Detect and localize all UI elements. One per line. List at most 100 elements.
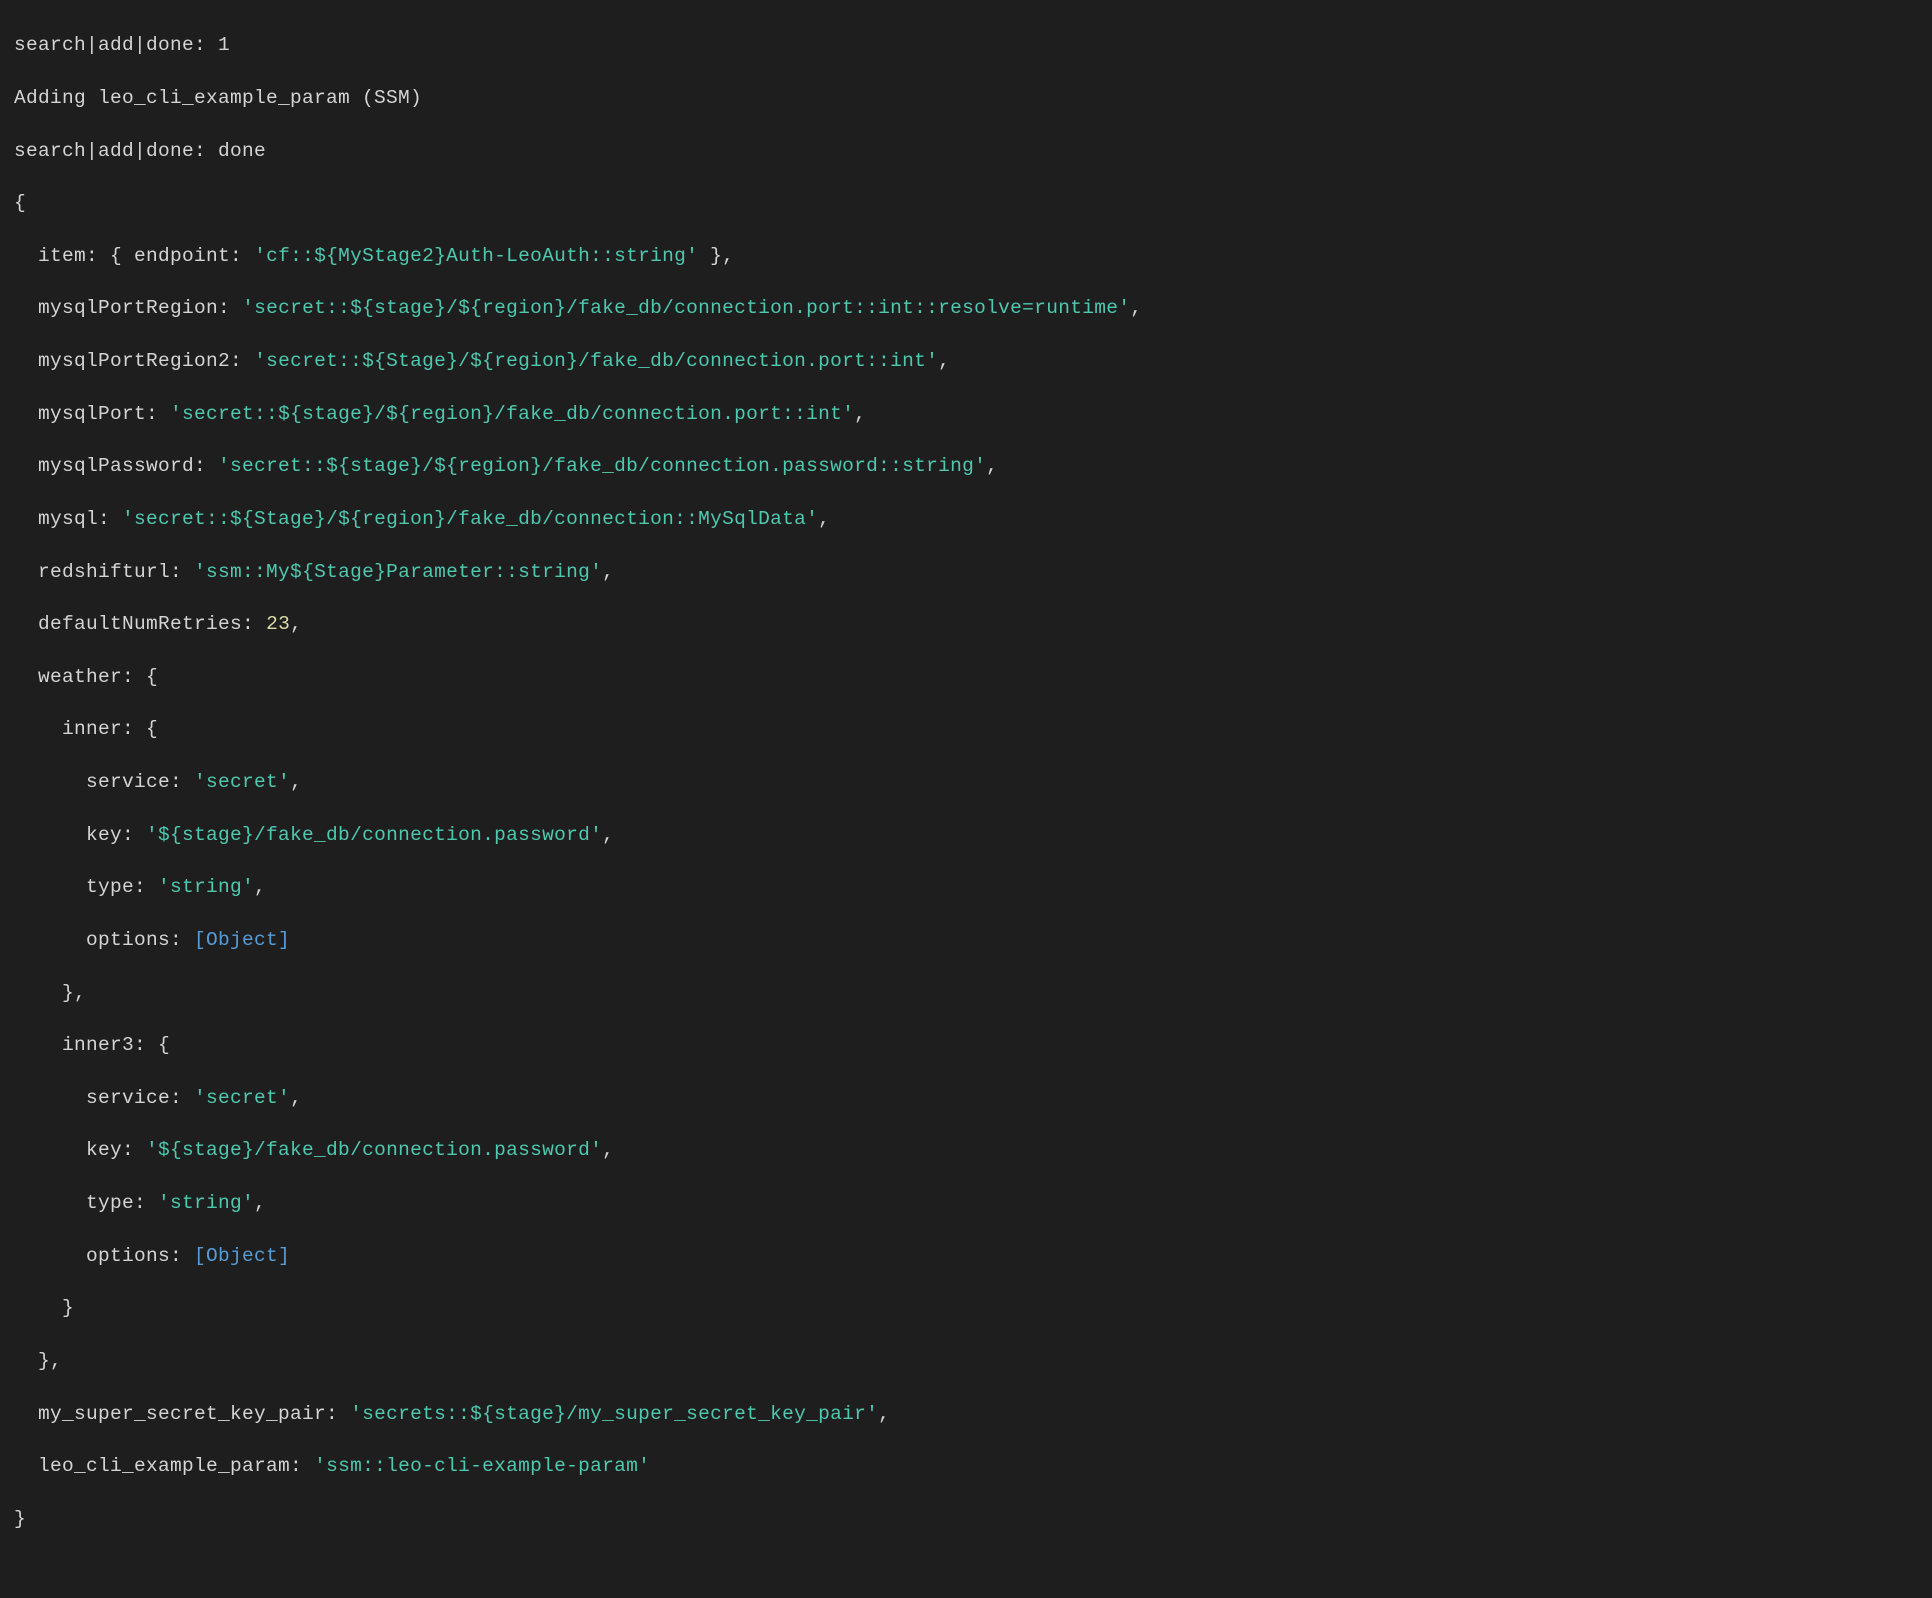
key-text: key: <box>86 1139 146 1161</box>
output-line: } <box>14 1295 1918 1321</box>
output-line: options: [Object] <box>14 927 1918 953</box>
output-line: my_super_secret_key_pair: 'secrets::${st… <box>14 1401 1918 1427</box>
output-line: service: 'secret', <box>14 1085 1918 1111</box>
punct: , <box>938 350 950 372</box>
terminal-output: search|add|done: 1 Adding leo_cli_exampl… <box>0 0 1932 1598</box>
output-line: mysqlPortRegion2: 'secret::${Stage}/${re… <box>14 348 1918 374</box>
indent <box>14 613 38 635</box>
key-text: key: <box>86 824 146 846</box>
output-line: mysqlPassword: 'secret::${stage}/${regio… <box>14 453 1918 479</box>
key-text: mysqlPassword: <box>38 455 218 477</box>
punct: , <box>290 613 302 635</box>
brace: } <box>62 1297 74 1319</box>
output-line: mysql: 'secret::${Stage}/${region}/fake_… <box>14 506 1918 532</box>
key-text: leo_cli_example_param: <box>38 1455 314 1477</box>
brace: { endpoint: <box>110 245 254 267</box>
key-text: mysqlPort: <box>38 403 170 425</box>
output-line: } <box>14 1506 1918 1532</box>
output-line: weather: { <box>14 664 1918 690</box>
indent <box>14 1192 86 1214</box>
output-line: mysqlPortRegion: 'secret::${stage}/${reg… <box>14 295 1918 321</box>
indent <box>14 1245 86 1267</box>
output-line: key: '${stage}/fake_db/connection.passwo… <box>14 822 1918 848</box>
string-value: 'secrets::${stage}/my_super_secret_key_p… <box>350 1403 878 1425</box>
punct: , <box>1130 297 1142 319</box>
string-value: 'secret' <box>194 1087 290 1109</box>
key-text: item: <box>38 245 110 267</box>
key-text: service: <box>86 1087 194 1109</box>
string-value: 'ssm::My${Stage}Parameter::string' <box>194 561 602 583</box>
indent <box>14 1087 86 1109</box>
output-line: inner3: { <box>14 1032 1918 1058</box>
punct: , <box>254 1192 266 1214</box>
indent <box>14 771 86 793</box>
string-value: 'cf::${MyStage2}Auth-LeoAuth::string' <box>254 245 698 267</box>
output-line: type: 'string', <box>14 874 1918 900</box>
brace: }, <box>62 982 86 1004</box>
punct: , <box>602 824 614 846</box>
indent <box>14 1034 62 1056</box>
indent <box>14 1455 38 1477</box>
output-line: redshifturl: 'ssm::My${Stage}Parameter::… <box>14 559 1918 585</box>
key-text: inner: { <box>62 718 158 740</box>
punct: , <box>290 1087 302 1109</box>
output-line: key: '${stage}/fake_db/connection.passwo… <box>14 1137 1918 1163</box>
string-value: 'string' <box>158 1192 254 1214</box>
punct: , <box>878 1403 890 1425</box>
string-value: 'secret::${stage}/${region}/fake_db/conn… <box>242 297 1130 319</box>
indent <box>14 666 38 688</box>
key-text: redshifturl: <box>38 561 194 583</box>
key-text: weather: { <box>38 666 158 688</box>
output-line: item: { endpoint: 'cf::${MyStage2}Auth-L… <box>14 243 1918 269</box>
string-value: 'string' <box>158 876 254 898</box>
indent <box>14 982 62 1004</box>
punct: , <box>602 1139 614 1161</box>
key-text: defaultNumRetries: <box>38 613 266 635</box>
output-line: mysqlPort: 'secret::${stage}/${region}/f… <box>14 401 1918 427</box>
key-text: options: <box>86 929 194 951</box>
punct: , <box>290 771 302 793</box>
string-value: 'secret::${Stage}/${region}/fake_db/conn… <box>254 350 938 372</box>
indent <box>14 1139 86 1161</box>
string-value: '${stage}/fake_db/connection.password' <box>146 1139 602 1161</box>
indent <box>14 876 86 898</box>
output-line: type: 'string', <box>14 1190 1918 1216</box>
indent <box>14 1297 62 1319</box>
punct: , <box>986 455 998 477</box>
brace: }, <box>38 1350 62 1372</box>
identifier-value: [Object] <box>194 1245 290 1267</box>
key-text: service: <box>86 771 194 793</box>
output-line: search|add|done: 1 <box>14 32 1918 58</box>
output-line: }, <box>14 980 1918 1006</box>
indent <box>14 824 86 846</box>
indent <box>14 455 38 477</box>
string-value: 'secret::${stage}/${region}/fake_db/conn… <box>218 455 986 477</box>
indent <box>14 297 38 319</box>
indent <box>14 1403 38 1425</box>
output-line: leo_cli_example_param: 'ssm::leo-cli-exa… <box>14 1453 1918 1479</box>
string-value: 'ssm::leo-cli-example-param' <box>314 1455 650 1477</box>
indent <box>14 403 38 425</box>
indent <box>14 718 62 740</box>
indent <box>14 561 38 583</box>
output-line: search|add|done: done <box>14 138 1918 164</box>
output-line: }, <box>14 1348 1918 1374</box>
string-value: 'secret' <box>194 771 290 793</box>
string-value: 'secret::${stage}/${region}/fake_db/conn… <box>170 403 854 425</box>
identifier-value: [Object] <box>194 929 290 951</box>
punct: , <box>854 403 866 425</box>
punct: , <box>818 508 830 530</box>
output-line: { <box>14 190 1918 216</box>
output-line: service: 'secret', <box>14 769 1918 795</box>
output-line: options: [Object] <box>14 1243 1918 1269</box>
indent <box>14 350 38 372</box>
indent <box>14 245 38 267</box>
output-line: inner: { <box>14 716 1918 742</box>
brace: }, <box>698 245 734 267</box>
output-line: Adding leo_cli_example_param (SSM) <box>14 85 1918 111</box>
string-value: '${stage}/fake_db/connection.password' <box>146 824 602 846</box>
indent <box>14 1350 38 1372</box>
key-text: mysql: <box>38 508 122 530</box>
indent <box>14 929 86 951</box>
punct: , <box>254 876 266 898</box>
